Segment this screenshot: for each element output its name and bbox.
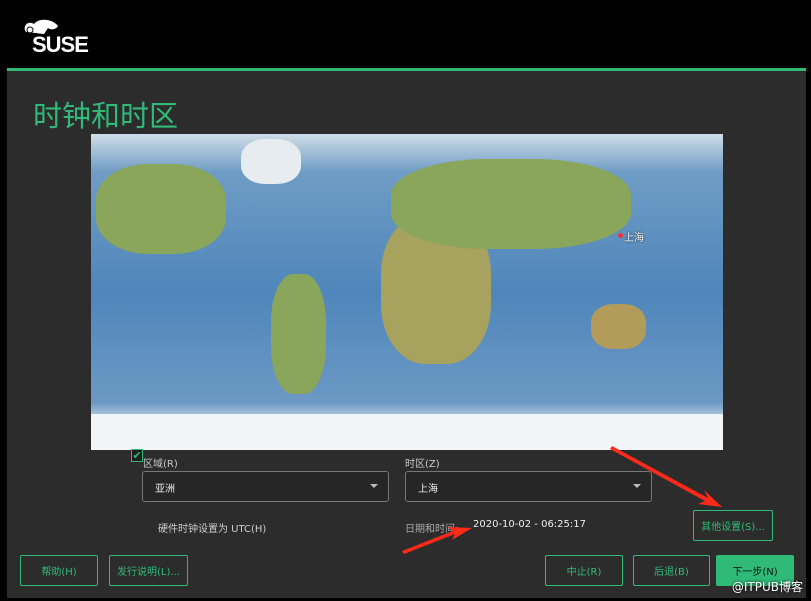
watermark: @ITPUB博客 (731, 580, 803, 594)
annotation-arrows (402, 446, 722, 554)
arrow-icon (610, 446, 722, 507)
arrow-icon (402, 527, 472, 554)
